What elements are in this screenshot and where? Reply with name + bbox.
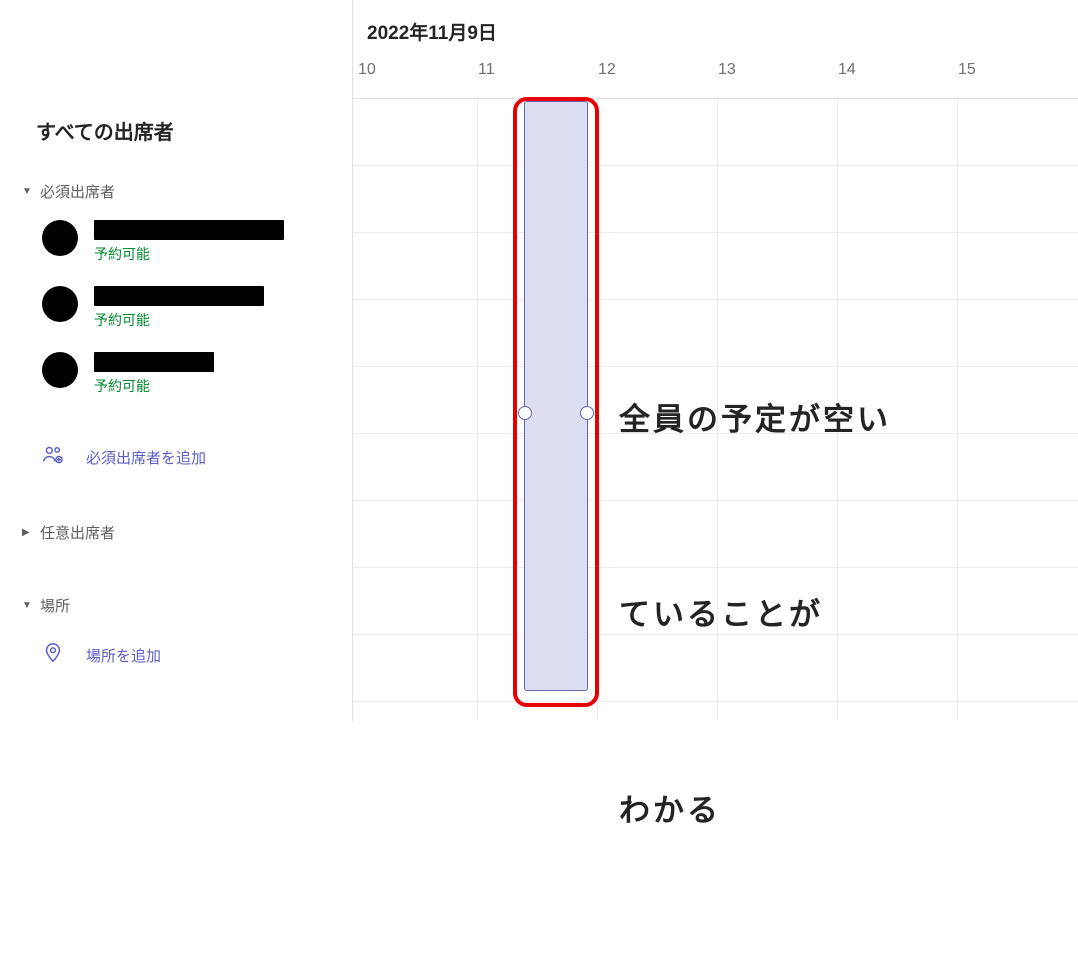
schedule-row [353, 300, 1078, 367]
schedule-grid: 2022年11月9日 10 11 12 13 14 15 全員の予定が空い てい… [353, 0, 1078, 721]
schedule-row [353, 635, 1078, 702]
add-required-attendee-button[interactable]: 必須出席者を追加 [0, 430, 352, 492]
caret-right-icon: ▶ [22, 527, 34, 538]
schedule-row [353, 233, 1078, 300]
location-pin-icon [42, 642, 64, 668]
section-required-header[interactable]: ▼ 必須出席者 [0, 173, 352, 210]
hour-label: 10 [358, 55, 478, 98]
status-badge: 予約可能 [94, 376, 214, 396]
section-required-label: 必須出席者 [40, 181, 115, 202]
schedule-row [353, 568, 1078, 635]
schedule-row [353, 99, 1078, 166]
avatar [42, 352, 78, 388]
schedule-body[interactable]: 全員の予定が空い ていることが わかる [353, 99, 1078, 719]
section-location-label: 場所 [40, 595, 70, 616]
status-badge: 予約可能 [94, 310, 264, 330]
time-ruler: 10 11 12 13 14 15 [353, 55, 1078, 99]
attendee-name-redacted [94, 352, 214, 372]
add-location-label: 場所を追加 [86, 645, 161, 666]
caret-down-icon: ▼ [22, 600, 34, 611]
hour-label: 11 [478, 55, 598, 98]
date-header: 2022年11月9日 [353, 0, 1078, 55]
add-location-button[interactable]: 場所を追加 [0, 624, 352, 690]
avatar [42, 286, 78, 322]
attendee-row[interactable]: 予約可能 [42, 352, 352, 396]
hour-label: 14 [838, 55, 958, 98]
schedule-row [353, 367, 1078, 434]
hour-label: 13 [718, 55, 838, 98]
hour-label: 12 [598, 55, 718, 98]
schedule-row [353, 501, 1078, 568]
attendee-sidebar: すべての出席者 ▼ 必須出席者 予約可能 予約可能 予約可能 [0, 0, 353, 721]
section-optional-label: 任意出席者 [40, 522, 115, 543]
attendee-name-redacted [94, 286, 264, 306]
caret-down-icon: ▼ [22, 186, 34, 197]
section-location-header[interactable]: ▼ 場所 [0, 587, 352, 624]
proposed-event-block[interactable] [524, 101, 588, 691]
page-title: すべての出席者 [0, 110, 352, 173]
attendee-name-redacted [94, 220, 284, 240]
schedule-row [353, 434, 1078, 501]
add-required-label: 必須出席者を追加 [86, 447, 206, 468]
avatar [42, 220, 78, 256]
add-people-icon [42, 444, 64, 470]
status-badge: 予約可能 [94, 244, 284, 264]
attendee-row[interactable]: 予約可能 [42, 286, 352, 330]
schedule-row [353, 166, 1078, 233]
section-optional-header[interactable]: ▶ 任意出席者 [0, 514, 352, 551]
attendee-row[interactable]: 予約可能 [42, 220, 352, 264]
hour-label: 15 [958, 55, 1078, 98]
required-attendee-list: 予約可能 予約可能 予約可能 [0, 210, 352, 430]
